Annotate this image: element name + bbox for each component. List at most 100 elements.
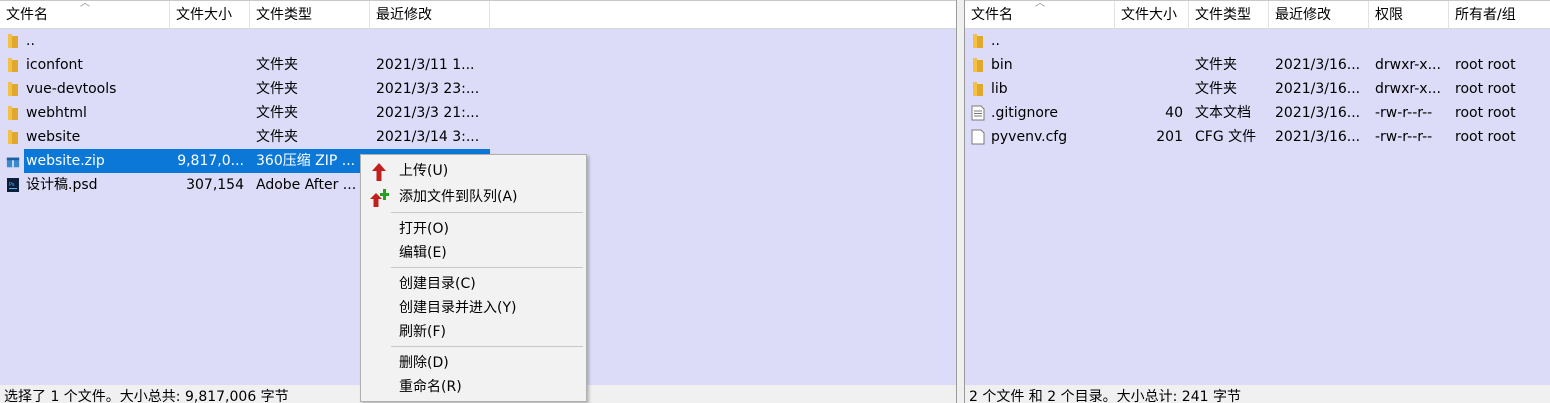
menu-item-create-dir[interactable]: 创建目录(C) xyxy=(361,272,586,296)
sort-up-icon: ︿ xyxy=(1035,1,1045,9)
folder-icon xyxy=(971,57,985,73)
file-permissions: drwxr-x... xyxy=(1375,57,1441,73)
upload-arrow-icon xyxy=(372,163,386,181)
file-modified xyxy=(370,29,490,53)
file-name: bin xyxy=(991,57,1013,73)
file-size xyxy=(170,29,250,53)
file-type: 文件夹 xyxy=(256,81,298,97)
file-modified: 2021/3/16... xyxy=(1275,129,1361,145)
blank-file-icon xyxy=(971,129,985,145)
folder-icon xyxy=(6,57,20,73)
file-size: 307,154 xyxy=(186,177,244,193)
folder-icon xyxy=(971,81,985,97)
file-name: iconfont xyxy=(26,57,83,73)
file-type: 文件夹 xyxy=(256,105,298,121)
file-modified: 2021/3/16... xyxy=(1275,57,1361,73)
col-label: 文件名 xyxy=(971,7,1013,23)
file-size xyxy=(170,101,250,125)
file-owner xyxy=(1449,29,1550,53)
file-owner: root root xyxy=(1455,129,1516,145)
file-type: CFG 文件 xyxy=(1195,129,1257,145)
file-type: 文件夹 xyxy=(1195,57,1237,73)
menu-item-edit[interactable]: 编辑(E) xyxy=(361,241,586,265)
file-size: 9,817,0... xyxy=(170,149,250,173)
folder-icon xyxy=(971,33,985,49)
file-name: .gitignore xyxy=(991,105,1058,121)
table-row[interactable]: webhtml 文件夹 2021/3/3 21:... xyxy=(0,101,956,125)
menu-item-upload[interactable]: 上传(U) xyxy=(361,159,586,183)
file-name: .. xyxy=(26,33,35,49)
remote-file-list[interactable]: .. bin 文件夹 2021/3/16... drwxr-x... root root l… xyxy=(965,29,1550,385)
local-col-filename[interactable]: 文件名 ︿ xyxy=(0,1,170,29)
local-col-type[interactable]: 文件类型 xyxy=(250,1,370,29)
file-owner: root root xyxy=(1455,81,1516,97)
file-size: 40 xyxy=(1165,105,1183,121)
file-size xyxy=(1115,53,1189,77)
file-size xyxy=(170,77,250,101)
remote-col-filename[interactable]: 文件名 ︿ xyxy=(965,1,1115,29)
file-size xyxy=(1115,29,1189,53)
table-row[interactable]: website 文件夹 2021/3/14 3:... xyxy=(0,125,956,149)
file-name: lib xyxy=(991,81,1008,97)
table-row[interactable]: .. xyxy=(0,29,956,53)
file-name: .. xyxy=(991,33,1000,49)
menu-item-label: 添加文件到队列(A) xyxy=(399,189,518,205)
file-type xyxy=(250,29,370,53)
zip-archive-icon xyxy=(6,153,20,169)
context-menu: 上传(U) 添加文件到队列(A) 打开(O) 编辑(E) 创建目录(C) 创建目… xyxy=(360,154,587,402)
pane-splitter[interactable] xyxy=(957,0,964,403)
menu-item-refresh[interactable]: 刷新(F) xyxy=(361,320,586,344)
folder-icon xyxy=(6,33,20,49)
file-size: 201 xyxy=(1156,129,1183,145)
remote-file-pane: 文件名 ︿ 文件大小 文件类型 最近修改 权限 所有者/组 .. bin 文件夹 202… xyxy=(964,0,1550,403)
menu-separator xyxy=(391,267,583,268)
file-permissions xyxy=(1369,29,1449,53)
file-modified: 2021/3/11 1... xyxy=(376,57,475,73)
menu-item-delete[interactable]: 删除(D) xyxy=(361,351,586,375)
folder-icon xyxy=(6,129,20,145)
table-row[interactable]: pyvenv.cfg 201 CFG 文件 2021/3/16... -rw-r--r-… xyxy=(965,125,1550,149)
table-row[interactable]: vue-devtools 文件夹 2021/3/3 23:... xyxy=(0,77,956,101)
table-row[interactable]: iconfont 文件夹 2021/3/11 1... xyxy=(0,53,956,77)
file-name: pyvenv.cfg xyxy=(991,129,1068,145)
file-modified: 2021/3/3 23:... xyxy=(376,81,480,97)
sort-up-icon: ︿ xyxy=(80,1,90,9)
file-type: 文件夹 xyxy=(256,129,298,145)
remote-col-type[interactable]: 文件类型 xyxy=(1189,1,1269,29)
file-modified: 2021/3/16... xyxy=(1275,105,1361,121)
menu-item-open[interactable]: 打开(O) xyxy=(361,217,586,241)
menu-separator xyxy=(391,346,583,347)
file-owner: root root xyxy=(1455,57,1516,73)
add-to-queue-icon xyxy=(370,189,389,207)
svg-text:Ps: Ps xyxy=(9,182,15,188)
file-size xyxy=(170,53,250,77)
local-col-size[interactable]: 文件大小 xyxy=(170,1,250,29)
file-permissions: drwxr-x... xyxy=(1375,81,1441,97)
remote-column-header: 文件名 ︿ 文件大小 文件类型 最近修改 权限 所有者/组 xyxy=(965,0,1550,29)
menu-item-label: 上传(U) xyxy=(399,163,449,179)
remote-col-owner[interactable]: 所有者/组 xyxy=(1449,1,1550,29)
menu-item-add-to-queue[interactable]: 添加文件到队列(A) xyxy=(361,185,586,209)
file-modified: 2021/3/16... xyxy=(1275,81,1361,97)
folder-icon xyxy=(6,105,20,121)
remote-col-modified[interactable]: 最近修改 xyxy=(1269,1,1369,29)
menu-separator xyxy=(391,212,583,213)
table-row[interactable]: lib 文件夹 2021/3/16... drwxr-x... root root xyxy=(965,77,1550,101)
menu-item-rename[interactable]: 重命名(R) xyxy=(361,375,586,399)
file-modified xyxy=(1269,29,1369,53)
file-owner: root root xyxy=(1455,105,1516,121)
file-name: webhtml xyxy=(26,105,87,121)
file-name: 设计稿.psd xyxy=(26,177,98,193)
file-size xyxy=(1115,77,1189,101)
col-label: 文件名 xyxy=(6,7,48,23)
table-row[interactable]: .gitignore 40 文本文档 2021/3/16... -rw-r--r-- ro… xyxy=(965,101,1550,125)
table-row[interactable]: bin 文件夹 2021/3/16... drwxr-x... root root xyxy=(965,53,1550,77)
psd-file-icon: Ps xyxy=(6,177,20,193)
remote-col-size[interactable]: 文件大小 xyxy=(1115,1,1189,29)
remote-col-permissions[interactable]: 权限 xyxy=(1369,1,1449,29)
table-row[interactable]: .. xyxy=(965,29,1550,53)
file-name: website xyxy=(26,129,81,145)
menu-item-create-dir-enter[interactable]: 创建目录并进入(Y) xyxy=(361,296,586,320)
local-col-modified[interactable]: 最近修改 xyxy=(370,1,490,29)
remote-status-bar: 2 个文件 和 2 个目录。大小总计: 241 字节 xyxy=(965,385,1550,403)
